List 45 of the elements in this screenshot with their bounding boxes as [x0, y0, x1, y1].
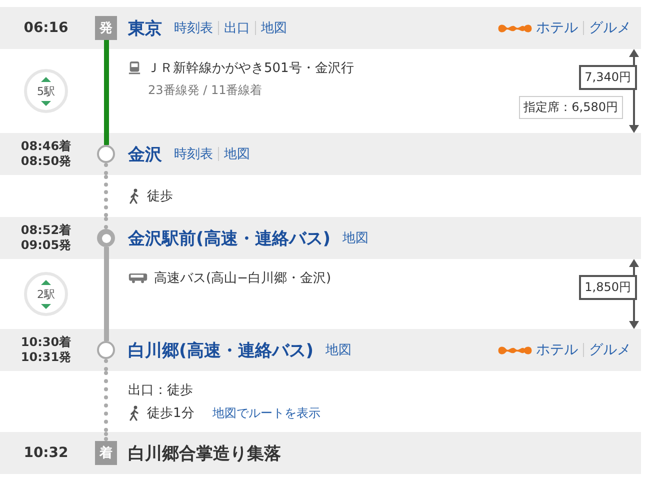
service-link[interactable]: グルメ: [589, 19, 631, 37]
station-link[interactable]: 地図: [261, 19, 287, 37]
platform-text: 23番線発 / 11番線着: [147, 82, 264, 99]
time-text: 10:30着: [20, 335, 72, 350]
station-badge: 発: [95, 16, 117, 40]
station-link[interactable]: 地図: [224, 145, 250, 163]
fare-label: 1,850円: [578, 275, 637, 300]
time-text: 08:50発: [20, 154, 72, 169]
walk-text: 徒歩1分: [147, 405, 194, 422]
walking-person-icon: [128, 188, 141, 204]
service-link[interactable]: グルメ: [589, 341, 631, 359]
walk-text: 徒歩: [147, 188, 173, 205]
station-name[interactable]: 白川郷(高速・連絡バス): [128, 338, 314, 362]
walking-person-icon: [128, 405, 141, 421]
service-link[interactable]: ホテル: [536, 341, 578, 359]
stop-marker: [97, 341, 115, 359]
time-text: 08:46着: [20, 139, 72, 154]
reserved-fare-label: 指定席：6,580円: [518, 96, 623, 119]
bus-stop-marker: [97, 229, 115, 247]
time-text: 08:52着: [20, 223, 72, 238]
station-link[interactable]: 時刻表: [174, 19, 213, 37]
route-map-link[interactable]: 地図でルートを表示: [212, 404, 320, 422]
station-link[interactable]: 出口: [224, 19, 250, 37]
station-badge: 着: [95, 441, 117, 465]
station-name[interactable]: 金沢駅前(高速・連絡バス): [128, 226, 331, 250]
time-text: 06:16: [24, 20, 68, 36]
time-text: 10:32: [24, 446, 68, 460]
exit-text: 出口：徒歩: [128, 382, 194, 399]
fare-label: 7,340円: [578, 65, 637, 90]
stops-toggle[interactable]: 2駅: [24, 272, 68, 316]
train-icon: [128, 60, 141, 76]
service-name: ＪＲ新幹線かがやき501号・金沢行: [147, 60, 354, 77]
time-text: 10:31発: [20, 350, 72, 365]
bus-icon: [128, 272, 148, 284]
station-link[interactable]: 地図: [342, 229, 369, 247]
station-link[interactable]: 時刻表: [174, 145, 213, 163]
station-name[interactable]: 東京: [128, 16, 162, 40]
time-text: 09:05発: [20, 238, 72, 253]
service-link[interactable]: ホテル: [536, 19, 578, 37]
stop-marker: [97, 145, 115, 163]
stops-toggle[interactable]: 5駅: [24, 69, 68, 113]
service-name: 高速バス(高山−白川郷・金沢): [154, 270, 332, 287]
station-link[interactable]: 地図: [326, 341, 352, 359]
station-name[interactable]: 金沢: [128, 142, 162, 166]
station-name: 白川郷合掌造り集落: [128, 442, 281, 464]
